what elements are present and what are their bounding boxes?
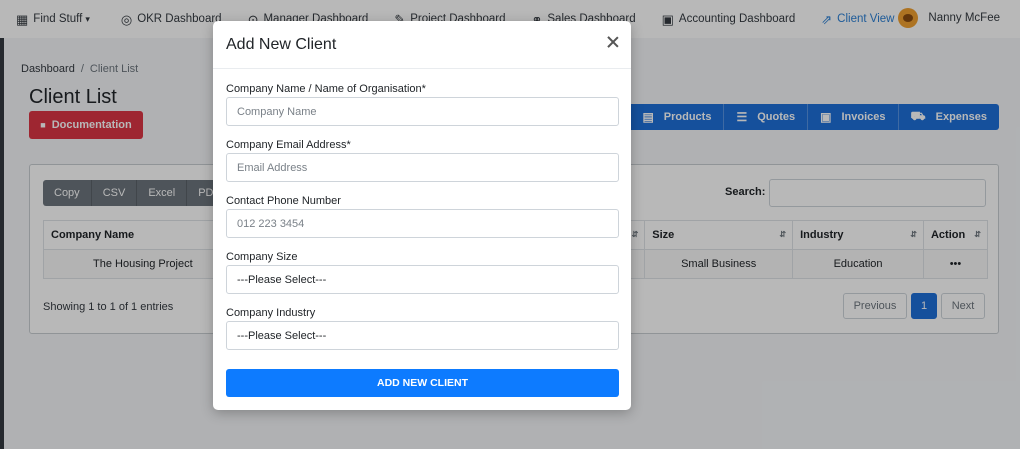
company-size-select[interactable]: ---Please Select---: [226, 265, 619, 294]
company-name-label: Company Name / Name of Organisation*: [226, 83, 426, 95]
company-name-input[interactable]: [226, 97, 619, 126]
company-industry-value: ---Please Select---: [237, 329, 327, 342]
close-icon[interactable]: [605, 34, 621, 50]
add-new-client-button[interactable]: ADD NEW CLIENT: [226, 369, 619, 397]
contact-phone-input[interactable]: [226, 209, 619, 238]
company-size-value: ---Please Select---: [237, 273, 327, 286]
contact-phone-label: Contact Phone Number: [226, 195, 341, 207]
company-industry-label: Company Industry: [226, 307, 316, 319]
company-size-label: Company Size: [226, 251, 298, 263]
company-email-label: Company Email Address*: [226, 139, 351, 151]
company-industry-select[interactable]: ---Please Select---: [226, 321, 619, 350]
company-email-input[interactable]: [226, 153, 619, 182]
modal-header: Add New Client: [213, 21, 631, 69]
add-client-modal: Add New Client Company Name / Name of Or…: [213, 21, 631, 410]
modal-title: Add New Client: [226, 36, 337, 53]
